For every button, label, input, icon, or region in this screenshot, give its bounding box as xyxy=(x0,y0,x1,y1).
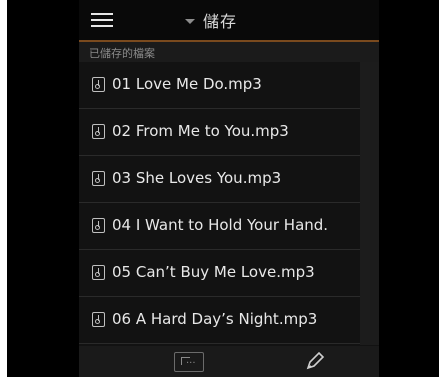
file-item[interactable]: 06 A Hard Day’s Night.mp3 xyxy=(79,297,360,344)
music-file-icon xyxy=(92,171,105,186)
bottom-toolbar xyxy=(79,346,379,377)
file-item[interactable]: 05 Can’t Buy Me Love.mp3 xyxy=(79,250,360,297)
file-name: 02 From Me to You.mp3 xyxy=(112,122,289,140)
music-file-icon xyxy=(92,124,105,139)
menu-line-icon xyxy=(91,13,113,15)
file-name: 04 I Want to Hold Your Hand. xyxy=(112,216,329,234)
music-file-icon xyxy=(92,312,105,327)
file-name: 06 A Hard Day’s Night.mp3 xyxy=(112,310,318,328)
section-label: 已儲存的檔案 xyxy=(89,47,155,60)
file-name: 01 Love Me Do.mp3 xyxy=(112,75,262,93)
top-bar: 儲存 xyxy=(79,0,379,42)
menu-line-icon xyxy=(91,19,113,21)
music-file-icon xyxy=(92,265,105,280)
screen: 儲存 已儲存的檔案 01 Love Me Do.mp3 02 From Me t… xyxy=(7,0,439,377)
music-file-icon xyxy=(92,218,105,233)
file-item[interactable]: 03 She Loves You.mp3 xyxy=(79,156,360,203)
screen-edge xyxy=(379,0,439,377)
file-name: 03 She Loves You.mp3 xyxy=(112,169,282,187)
music-file-icon xyxy=(92,77,105,92)
file-list: 01 Love Me Do.mp3 02 From Me to You.mp3 … xyxy=(79,62,360,344)
menu-line-icon xyxy=(91,25,113,27)
menu-button[interactable] xyxy=(91,11,113,29)
file-item[interactable]: 02 From Me to You.mp3 xyxy=(79,109,360,156)
scrollbar-track[interactable] xyxy=(360,62,379,345)
app-window: 儲存 已儲存的檔案 01 Love Me Do.mp3 02 From Me t… xyxy=(79,0,379,377)
upload-folder-button[interactable] xyxy=(174,352,204,372)
section-header: 已儲存的檔案 xyxy=(79,42,379,62)
title-dropdown[interactable]: 儲存 xyxy=(185,8,237,32)
pencil-icon[interactable] xyxy=(305,351,325,371)
page-title: 儲存 xyxy=(203,12,238,31)
caret-down-icon xyxy=(185,18,195,24)
file-item[interactable]: 01 Love Me Do.mp3 xyxy=(79,62,360,109)
file-item[interactable]: 04 I Want to Hold Your Hand. xyxy=(79,203,360,250)
file-name: 05 Can’t Buy Me Love.mp3 xyxy=(112,263,315,281)
